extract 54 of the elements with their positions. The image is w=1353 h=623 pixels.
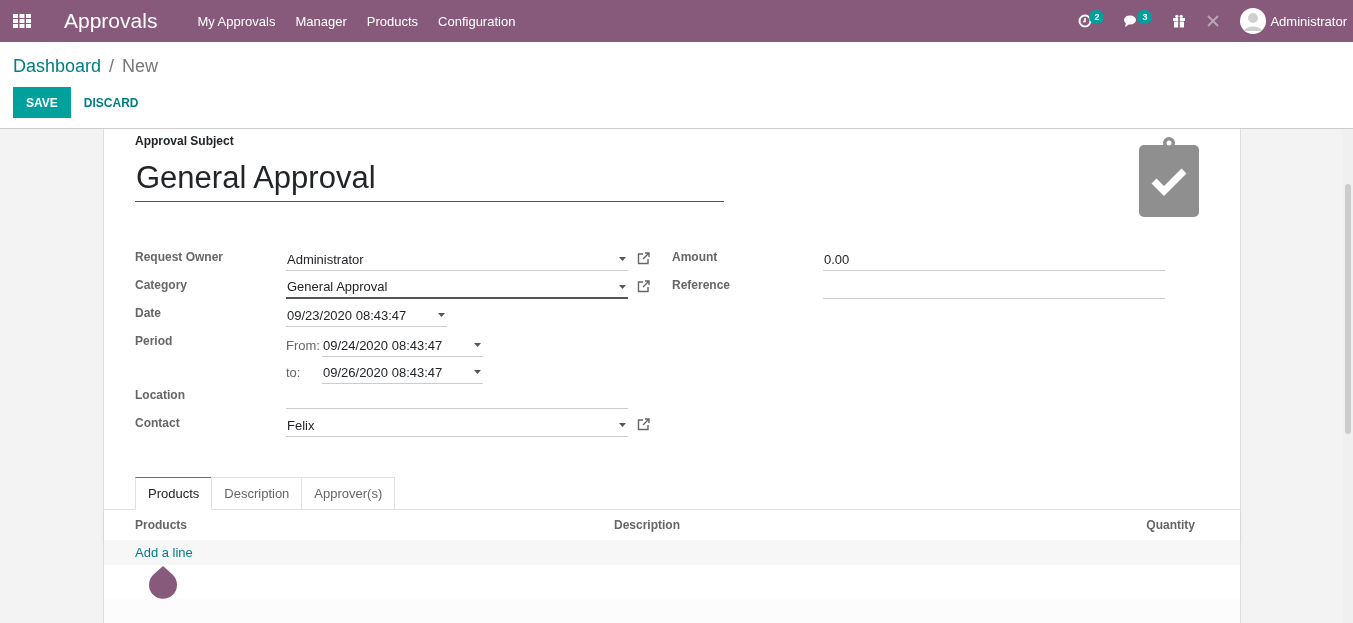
- field-label: Contact: [135, 415, 181, 432]
- select-field[interactable]: Felix: [286, 414, 628, 437]
- tab[interactable]: Approver(s): [301, 477, 396, 510]
- date-field[interactable]: 09/23/2020 08:43:47: [286, 304, 447, 327]
- menu-item[interactable]: Configuration: [438, 13, 516, 29]
- range-label: From:: [286, 338, 321, 353]
- select-field[interactable]: General Approval: [286, 276, 628, 299]
- number-field[interactable]: 0.00: [823, 248, 1165, 271]
- menu-item[interactable]: Manager: [295, 13, 347, 29]
- clock-icon[interactable]: [1078, 14, 1093, 28]
- select-field[interactable]: Administrator: [286, 248, 628, 271]
- field-label: Reference: [672, 277, 732, 294]
- caret-icon[interactable]: [474, 370, 481, 374]
- gift-icon[interactable]: [1172, 14, 1187, 28]
- column-header[interactable]: Products: [135, 518, 614, 532]
- field-label: Date: [135, 305, 162, 322]
- column-header[interactable]: Quantity: [1146, 518, 1195, 532]
- field-label: Approval Subject: [135, 134, 235, 148]
- breadcrumb-link[interactable]: Dashboard: [13, 56, 102, 77]
- discard-button[interactable]: DISCARD: [70, 87, 152, 118]
- tab[interactable]: Description: [211, 477, 303, 510]
- external-link-icon[interactable]: [637, 252, 650, 265]
- message-count-badge: 3: [1137, 10, 1153, 24]
- caret-icon[interactable]: [474, 343, 481, 347]
- breadcrumb-current: New: [122, 56, 159, 77]
- external-link-icon[interactable]: [637, 280, 650, 293]
- subject-input[interactable]: General Approval: [135, 152, 724, 202]
- caret-icon[interactable]: [438, 313, 445, 317]
- caret-icon[interactable]: [619, 423, 626, 427]
- breadcrumb-separator: /: [109, 56, 115, 77]
- menu-item[interactable]: My Approvals: [197, 13, 276, 29]
- caret-icon[interactable]: [619, 284, 626, 289]
- external-link-icon[interactable]: [637, 418, 650, 431]
- tour-tip-droplet-icon[interactable]: [148, 565, 178, 599]
- field-label: Amount: [672, 249, 719, 266]
- caret-icon[interactable]: [619, 257, 626, 261]
- date-field[interactable]: 09/26/2020 08:43:47: [322, 361, 483, 384]
- apps-grid-icon[interactable]: [13, 14, 31, 28]
- field-label: Category: [135, 277, 188, 294]
- column-header[interactable]: Description: [614, 518, 1147, 532]
- range-label: to:: [286, 365, 302, 380]
- tab[interactable]: Products: [135, 477, 213, 510]
- date-field[interactable]: 09/24/2020 08:43:47: [322, 334, 483, 357]
- field-label: Period: [135, 333, 174, 350]
- avatar-icon[interactable]: [1240, 8, 1267, 34]
- user-name[interactable]: Administrator: [1270, 13, 1347, 29]
- add-line-link[interactable]: Add a line: [135, 545, 193, 560]
- field-label: Request Owner: [135, 249, 225, 266]
- save-button[interactable]: SAVE: [13, 87, 71, 118]
- field-label: Location: [135, 387, 186, 404]
- clipboard-check-icon: [1139, 137, 1199, 217]
- app-title[interactable]: Approvals: [64, 9, 158, 33]
- activity-count-badge: 2: [1089, 10, 1105, 24]
- menu-item[interactable]: Products: [366, 13, 419, 29]
